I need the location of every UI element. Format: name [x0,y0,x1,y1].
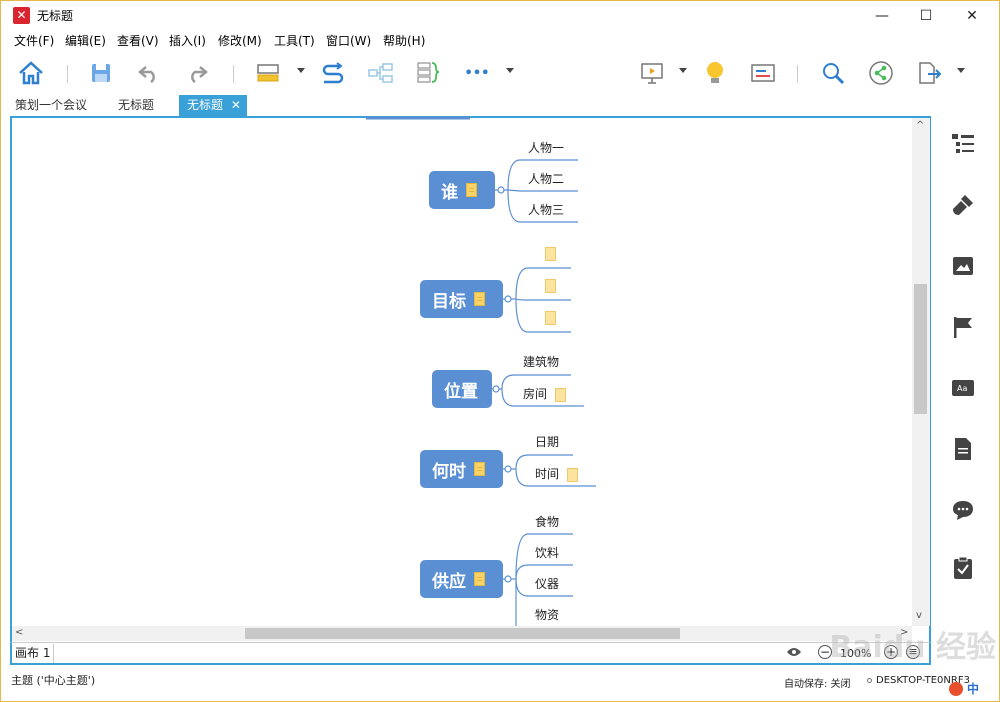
note-icon[interactable] [545,310,556,325]
autosave-status[interactable]: 自动保存: 关闭 [784,675,851,690]
note-icon[interactable] [545,278,556,293]
subtopic-person-1[interactable]: 人物一 [528,139,564,156]
subtopic-goal-3[interactable] [537,310,556,325]
svg-text:Aa: Aa [957,384,967,393]
task-icon[interactable] [950,555,976,581]
note-icon[interactable] [567,467,579,482]
status-bar: 主题 ('中心主题') 自动保存: 关闭 DESKTOP-TE0NRF3 中 [1,667,999,701]
note-icon[interactable] [474,292,485,306]
view-eye-icon[interactable] [786,646,802,661]
subtopic-food[interactable]: 食物 [535,513,559,530]
scroll-left-arrow[interactable]: < [15,627,23,638]
ime-sogou-icon[interactable] [949,682,963,696]
vertical-scroll-thumb[interactable] [914,284,927,414]
subtopic-room[interactable]: 房间 [523,385,567,402]
note-icon[interactable] [466,183,477,197]
subtopic-date[interactable]: 日期 [535,433,559,450]
selection-status: 主题 ('中心主题') [11,674,96,687]
sheet-tab-canvas-1[interactable]: 画布 1 [12,644,54,663]
status-dot-icon [867,678,872,683]
subtopic-goal-2[interactable] [537,278,556,293]
note-icon[interactable] [555,387,567,402]
subtopic-drinks[interactable]: 饮料 [535,544,559,561]
subtopic-person-2[interactable]: 人物二 [528,170,564,187]
topic-when[interactable]: 何时 [420,450,503,488]
flag-marker-icon[interactable] [950,314,976,340]
note-icon[interactable] [474,462,485,476]
topic-who[interactable]: 谁 [429,171,495,209]
topic-location[interactable]: 位置 [432,370,492,408]
watermark-logo: Baidu 经验 [829,630,996,665]
subtopic-time[interactable]: 时间 [535,465,579,482]
topic-goal[interactable]: 目标 [420,280,503,318]
comment-icon[interactable] [950,497,976,523]
outline-icon[interactable] [950,131,976,157]
subtopic-materials[interactable]: 物资 [535,606,559,623]
subtopic-person-3[interactable]: 人物三 [528,201,564,218]
format-brush-icon[interactable] [950,192,976,218]
scroll-up-arrow[interactable]: ^ [916,120,924,131]
note-icon[interactable] [474,572,485,586]
subtopic-goal-1[interactable] [537,246,556,261]
scroll-down-arrow[interactable]: v [916,610,922,621]
subtopic-building[interactable]: 建筑物 [523,353,559,370]
note-icon[interactable] [545,246,556,261]
subtopic-equipment[interactable]: 仪器 [535,575,559,592]
notes-icon[interactable] [950,436,976,462]
topic-supply[interactable]: 供应 [420,560,503,598]
horizontal-scroll-thumb[interactable] [245,628,680,639]
image-icon[interactable] [950,253,976,279]
ime-language-indicator[interactable]: 中 [967,680,979,697]
text-style-icon[interactable]: Aa [950,375,976,401]
